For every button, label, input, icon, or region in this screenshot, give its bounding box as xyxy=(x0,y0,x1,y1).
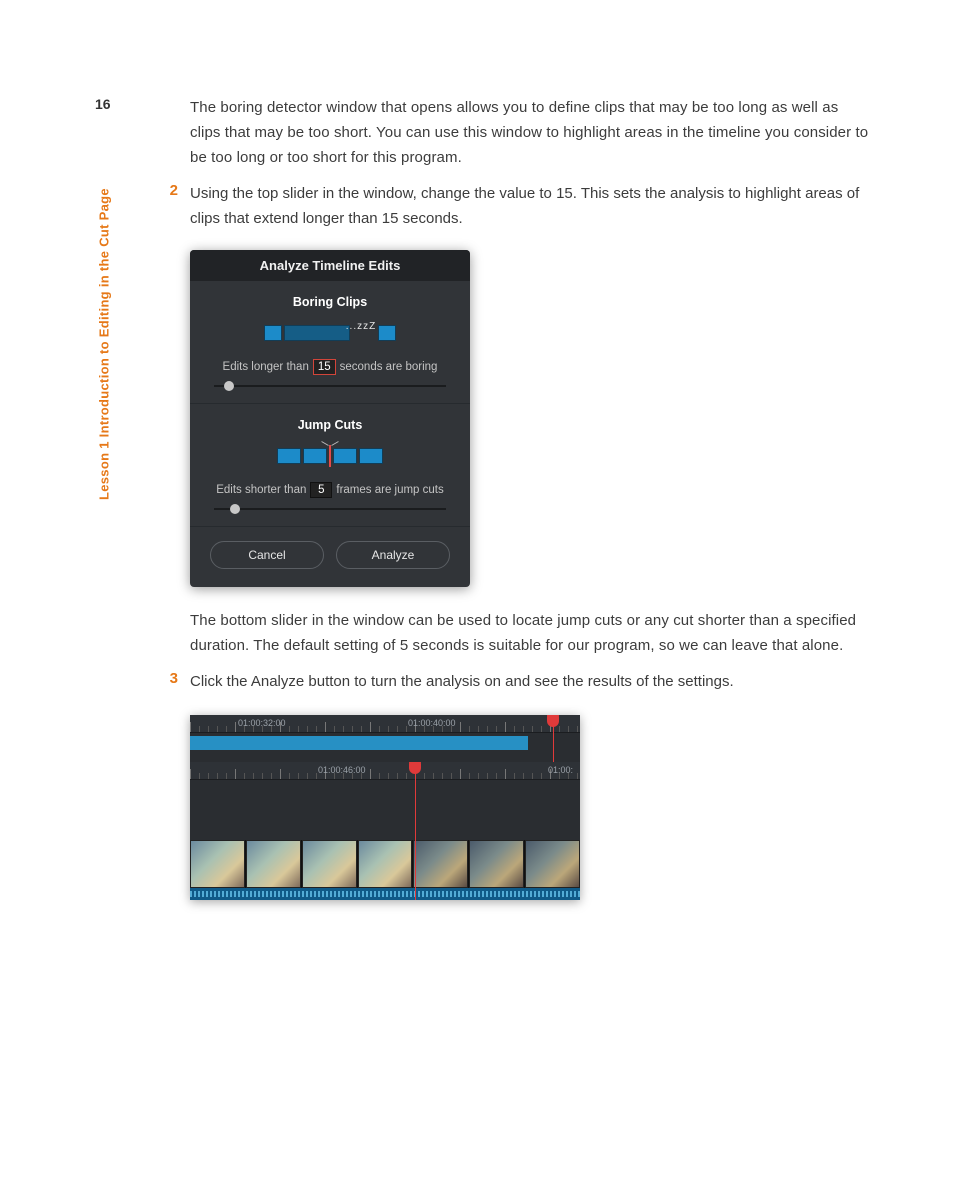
jump-cuts-section: Jump Cuts Edits shorter than 5 frames ar… xyxy=(190,404,470,527)
main-content: The boring detector window that opens al… xyxy=(190,96,870,900)
boring-prefix: Edits longer than xyxy=(223,361,309,373)
intro-paragraph: The boring detector window that opens al… xyxy=(190,96,870,170)
jump-suffix: frames are jump cuts xyxy=(336,484,443,496)
timeline-audio-waveform xyxy=(190,888,580,900)
boring-clips-illustration: ...zzZ xyxy=(210,323,450,343)
timeline-lower: 01:00:46:00 01:00: xyxy=(190,762,580,900)
timeline-overview-band xyxy=(190,736,528,750)
clip-block-icon xyxy=(333,448,357,464)
slider-thumb-icon[interactable] xyxy=(224,381,234,391)
clip-thumbnail xyxy=(525,840,580,888)
clip-thumbnail xyxy=(469,840,524,888)
timeline-thumbnails xyxy=(190,840,580,888)
clip-thumbnail xyxy=(413,840,468,888)
clip-thumbnail xyxy=(358,840,413,888)
boring-suffix: seconds are boring xyxy=(340,361,438,373)
after-dialog-paragraph: The bottom slider in the window can be u… xyxy=(190,609,870,659)
boring-clips-title: Boring Clips xyxy=(210,295,450,309)
dialog-footer: Cancel Analyze xyxy=(190,527,470,587)
slider-thumb-icon[interactable] xyxy=(230,504,240,514)
clip-thumbnail xyxy=(190,840,245,888)
timecode-label: 01:00: xyxy=(548,765,573,775)
jump-prefix: Edits shorter than xyxy=(216,484,306,496)
jump-cuts-title: Jump Cuts xyxy=(210,418,450,432)
step-2-text: Using the top slider in the window, chan… xyxy=(190,182,870,232)
page-number: 16 xyxy=(95,96,111,112)
clip-thumbnail xyxy=(246,840,301,888)
clip-block-icon xyxy=(303,448,327,464)
jump-slider[interactable] xyxy=(214,508,446,510)
playhead-icon xyxy=(415,762,416,900)
clip-block-icon xyxy=(264,325,282,341)
clip-block-icon xyxy=(277,448,301,464)
analyze-button[interactable]: Analyze xyxy=(336,541,450,569)
clip-thumbnail xyxy=(302,840,357,888)
step-number-3: 3 xyxy=(162,670,190,695)
timeline-ruler-lower: 01:00:46:00 01:00: xyxy=(190,762,580,780)
cancel-button[interactable]: Cancel xyxy=(210,541,324,569)
clip-block-icon xyxy=(284,325,350,341)
step-3: 3 Click the Analyze button to turn the a… xyxy=(190,670,870,695)
zzz-icon: ...zzZ xyxy=(346,321,376,332)
boring-slider[interactable] xyxy=(214,385,446,387)
timecode-label: 01:00:32:00 xyxy=(238,718,286,728)
boring-param-line: Edits longer than 15 seconds are boring xyxy=(210,359,450,375)
clip-block-icon xyxy=(378,325,396,341)
step-3-text: Click the Analyze button to turn the ana… xyxy=(190,670,734,695)
timecode-label: 01:00:40:00 xyxy=(408,718,456,728)
lesson-sidebar-label: Lesson 1 Introduction to Editing in the … xyxy=(97,188,112,500)
jump-param-line: Edits shorter than 5 frames are jump cut… xyxy=(210,482,450,498)
timeline-upper: 01:00:32:00 01:00:40:00 xyxy=(190,715,580,750)
dialog-title: Analyze Timeline Edits xyxy=(190,250,470,281)
jump-cut-marker-icon xyxy=(329,445,331,467)
timeline-screenshot: 01:00:32:00 01:00:40:00 01:00:46:00 01:0… xyxy=(190,715,580,900)
boring-clips-section: Boring Clips ...zzZ Edits longer than 15… xyxy=(190,281,470,404)
timeline-ruler-upper: 01:00:32:00 01:00:40:00 xyxy=(190,715,580,733)
step-2: 2 Using the top slider in the window, ch… xyxy=(190,182,870,232)
timecode-label: 01:00:46:00 xyxy=(318,765,366,775)
playhead-icon xyxy=(553,715,554,763)
jump-cuts-illustration xyxy=(210,446,450,466)
jump-frames-input[interactable]: 5 xyxy=(310,482,332,498)
analyze-timeline-dialog: Analyze Timeline Edits Boring Clips ...z… xyxy=(190,250,470,587)
step-number-2: 2 xyxy=(162,182,190,232)
boring-seconds-input[interactable]: 15 xyxy=(313,359,336,375)
clip-block-icon xyxy=(359,448,383,464)
